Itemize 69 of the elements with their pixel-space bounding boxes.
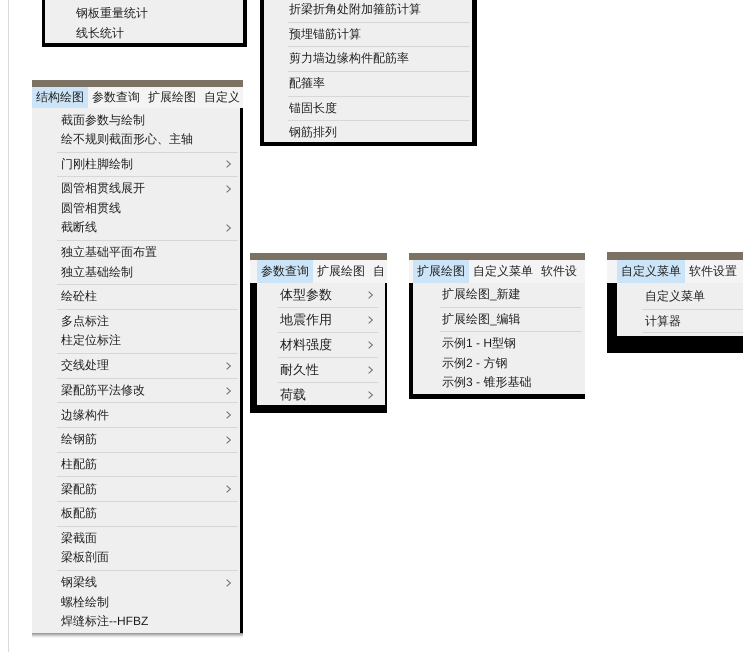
menu-item[interactable]: 柱定位标注 xyxy=(32,331,240,351)
chevron-right-icon xyxy=(226,386,231,395)
menu-bar-item[interactable]: 自定义 xyxy=(200,87,244,108)
menu-item[interactable]: 独立基础绘制 xyxy=(32,262,240,282)
menu-item[interactable]: 圆管相贯线 xyxy=(32,198,240,218)
menu-item[interactable]: 圆管相贯线展开 xyxy=(32,179,240,199)
menu-item[interactable]: 锚固长度 xyxy=(264,98,472,118)
menu-item[interactable]: 多点标注 xyxy=(32,312,240,332)
menu-item[interactable]: 绘钢筋 xyxy=(32,430,240,450)
chevron-right-icon xyxy=(368,341,373,349)
menu-item[interactable]: 耐久性 xyxy=(257,360,385,380)
menu-item[interactable]: 板配筋 xyxy=(32,504,240,524)
menu-bar-item[interactable]: 参数查询 xyxy=(88,87,144,108)
menu-item[interactable]: 扩展绘图_新建 xyxy=(413,285,585,304)
chevron-right-icon xyxy=(368,391,373,399)
menu-item[interactable]: 计算器 xyxy=(617,312,743,332)
menu-item[interactable]: 截面参数与绘制 xyxy=(32,110,240,130)
menu-item[interactable]: 焊缝标注--HFBZ xyxy=(32,612,240,632)
menu-item[interactable]: 边缘构件 xyxy=(32,406,240,425)
menu-item[interactable]: 示例2 - 方钢 xyxy=(413,354,585,374)
menu-item[interactable]: 钢筋排列 xyxy=(264,123,472,143)
chevron-right-icon xyxy=(226,160,231,168)
menu-item[interactable]: 交线处理 xyxy=(32,356,240,376)
chevron-right-icon xyxy=(368,291,373,299)
menu-item[interactable]: 螺栓绘制 xyxy=(32,592,240,612)
menu-item[interactable]: 截断线 xyxy=(32,218,240,238)
chevron-right-icon xyxy=(226,436,231,444)
menu-item[interactable]: 梁配筋平法修改 xyxy=(32,380,240,400)
menu-item[interactable]: 体型参数 xyxy=(257,285,385,305)
chevron-right-icon xyxy=(368,366,373,374)
chevron-right-icon xyxy=(226,185,231,194)
menu-item[interactable]: 钢板重量统计 xyxy=(45,4,243,24)
chevron-right-icon xyxy=(226,224,231,232)
menu-item[interactable]: 配箍率 xyxy=(264,74,472,94)
menu-item[interactable]: 示例3 - 锥形基础 xyxy=(413,373,585,393)
menu-item[interactable]: 示例1 - H型钢 xyxy=(413,334,585,354)
chevron-right-icon xyxy=(226,578,231,587)
menu-bar-item[interactable]: 自定义菜单 xyxy=(617,260,685,283)
menu-item[interactable]: 梁配筋 xyxy=(32,480,240,500)
menu-bar-item[interactable]: 扩展绘图 xyxy=(144,87,200,108)
menu-bar-item[interactable]: 软件设 xyxy=(537,260,581,283)
chevron-right-icon xyxy=(226,411,231,420)
menu-item[interactable]: 折梁折角处附加箍筋计算 xyxy=(264,0,472,20)
menu-item[interactable]: 梁板剖面 xyxy=(32,548,240,568)
chevron-right-icon xyxy=(368,316,373,324)
menu-bar-item[interactable]: 扩展绘图 xyxy=(313,260,369,283)
menu-bar-item[interactable]: 扩展绘图 xyxy=(413,260,469,283)
menu-item[interactable]: 材料强度 xyxy=(257,335,385,355)
menu-item[interactable]: 钢梁线 xyxy=(32,573,240,593)
menu-item[interactable]: 地震作用 xyxy=(257,310,385,330)
menu-bar-item[interactable]: 参数查询 xyxy=(257,260,313,283)
menu-bar-item[interactable]: 自 xyxy=(369,260,389,283)
menu-item[interactable]: 绘砼柱 xyxy=(32,287,240,307)
menu-item[interactable]: 自定义菜单 xyxy=(617,287,743,306)
menu-item[interactable]: 门刚柱脚绘制 xyxy=(32,154,240,174)
menu-bar-item[interactable]: 结构绘图 xyxy=(32,87,88,108)
menu-item[interactable]: 预埋锚筋计算 xyxy=(264,24,472,44)
menu-bar-item[interactable]: 自定义菜单 xyxy=(469,260,537,283)
menu-item[interactable]: 扩展绘图_编辑 xyxy=(413,310,585,330)
menu-item[interactable]: 柱配筋 xyxy=(32,454,240,474)
chevron-right-icon xyxy=(226,485,231,494)
menu-item[interactable]: 绘不规则截面形心、主轴 xyxy=(32,130,240,150)
menu-item[interactable]: 剪力墙边缘构件配筋率 xyxy=(264,49,472,69)
menu-bar-item[interactable]: 软件设置 xyxy=(685,260,741,283)
menu-item[interactable]: 荷载 xyxy=(257,385,385,405)
chevron-right-icon xyxy=(226,362,231,370)
menu-item[interactable]: 梁截面 xyxy=(32,528,240,548)
menu-item[interactable]: 独立基础平面布置 xyxy=(32,243,240,263)
menu-item[interactable]: 线长统计 xyxy=(45,24,243,43)
